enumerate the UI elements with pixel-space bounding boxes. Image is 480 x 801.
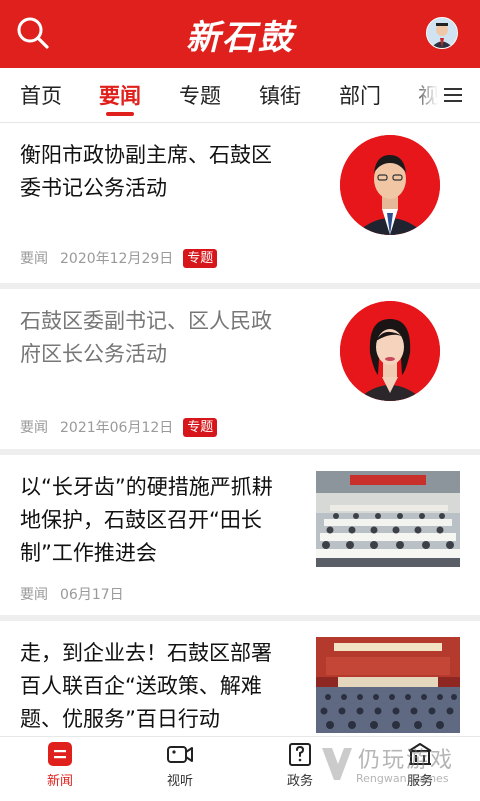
news-item[interactable]: 走，到企业去！石鼓区部署百人联百企“送政策、解难题、优服务”百日行动 [0,621,480,736]
government-icon [289,743,311,766]
news-item[interactable]: 石鼓区委副书记、区人民政府区长公务活动 要闻 2021年06月12日 专题 [0,289,480,449]
bottom-nav: 新闻 视听 政务 服务 [0,736,480,801]
avatar-icon[interactable] [426,17,458,49]
news-thumbnail [316,637,460,733]
category-tabs: 首页 要闻 专题 镇街 部门 视 [0,68,480,123]
news-date: 2021年06月12日 [60,420,174,436]
menu-icon[interactable] [444,87,462,103]
news-date: 06月17日 [60,587,124,603]
app-header: 新石鼓 [0,0,480,68]
active-tab-indicator [106,112,134,116]
tab-topics[interactable]: 专题 [179,80,221,110]
news-title: 石鼓区委副书记、区人民政府区长公务活动 [20,309,272,366]
tab-home[interactable]: 首页 [20,80,62,110]
news-title: 走，到企业去！石鼓区部署百人联百企“送政策、解难题、优服务”百日行动 [20,641,272,731]
news-meta: 要闻 2021年06月12日 专题 [20,417,218,437]
news-category: 要闻 [20,420,48,436]
news-meta: 要闻 2020年12月29日 专题 [20,248,218,268]
nav-service-label: 服务 [406,774,433,789]
news-category: 要闻 [20,587,48,603]
news-icon [48,742,72,766]
news-thumbnail [340,301,440,401]
nav-government-label: 政务 [286,774,313,789]
video-icon [167,746,193,763]
news-item[interactable]: 衡阳市政协副主席、石鼓区委书记公务活动 要闻 2020年12月29日 专题 [0,123,480,283]
news-title: 以“长牙齿”的硬措施严抓耕地保护，石鼓区召开“田长制”工作推进会 [20,475,273,565]
nav-news[interactable]: 新闻 [20,741,100,789]
news-meta: 要闻 06月17日 [20,584,124,604]
topic-badge: 专题 [183,418,218,437]
news-item[interactable]: 以“长牙齿”的硬措施严抓耕地保护，石鼓区召开“田长制”工作推进会 要闻 06月17… [0,455,480,615]
news-category: 要闻 [20,251,48,267]
nav-video-label: 视听 [166,774,193,789]
tab-departments[interactable]: 部门 [339,80,381,110]
tab-towns[interactable]: 镇街 [259,80,301,110]
nav-news-label: 新闻 [46,774,73,789]
news-thumbnail [340,135,440,235]
news-title: 衡阳市政协副主席、石鼓区委书记公务活动 [20,143,272,200]
news-date: 2020年12月29日 [60,251,174,267]
nav-government[interactable]: 政务 [260,741,340,789]
nav-service[interactable]: 服务 [380,741,460,789]
topic-badge: 专题 [183,249,218,268]
tab-headlines[interactable]: 要闻 [99,80,141,110]
news-thumbnail [316,471,460,567]
service-icon [408,743,432,765]
app-logo: 新石鼓 [186,18,294,58]
nav-video[interactable]: 视听 [140,741,220,789]
